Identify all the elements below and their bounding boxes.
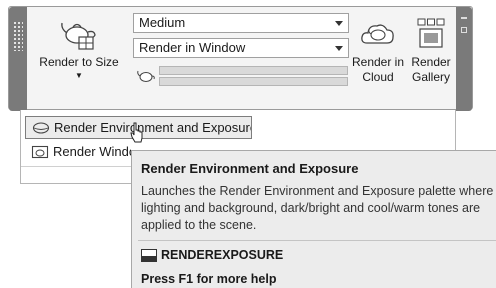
tooltip-command: RENDEREXPOSURE xyxy=(141,247,283,263)
render-in-cloud-label: Render in Cloud xyxy=(351,55,405,84)
tooltip-divider xyxy=(138,240,496,241)
chevron-down-icon[interactable]: ▼ xyxy=(39,72,119,80)
render-target-value: Render in Window xyxy=(139,40,246,55)
render-gallery-label: Render Gallery xyxy=(411,55,451,84)
tooltip-title: Render Environment and Exposure xyxy=(141,161,359,176)
render-target-select[interactable]: Render in Window xyxy=(133,38,349,58)
mouse-cursor-icon xyxy=(130,122,143,143)
render-to-size-button[interactable]: Render to Size ▼ xyxy=(39,17,119,80)
dropdown-arrow-icon[interactable] xyxy=(335,21,343,26)
teapot-mini-icon xyxy=(137,70,155,82)
render-progress-bar-2 xyxy=(159,77,348,86)
menu-item-render-window[interactable]: Render Window xyxy=(25,141,131,164)
sphere-icon xyxy=(32,122,50,134)
render-to-size-label: Render to Size xyxy=(39,55,119,69)
menu-item-label: Render Window xyxy=(53,144,131,159)
render-ribbon-panel: Render to Size ▼ Medium Render in Window… xyxy=(8,6,473,111)
pin-icon[interactable] xyxy=(461,17,467,19)
panel-grip-left[interactable] xyxy=(9,7,27,111)
command-name: RENDEREXPOSURE xyxy=(161,248,284,262)
teapot-render-icon xyxy=(61,22,96,50)
gallery-icon xyxy=(417,18,445,48)
render-window-icon xyxy=(31,145,49,159)
render-in-cloud-button[interactable]: Render in Cloud xyxy=(351,17,405,85)
dropdown-arrow-icon[interactable] xyxy=(335,46,343,51)
render-quality-select[interactable]: Medium xyxy=(133,13,349,33)
cloud-teapot-icon xyxy=(361,24,394,44)
tooltip: Render Environment and Exposure Launches… xyxy=(131,150,496,288)
command-icon xyxy=(141,249,157,262)
panel-grip-right[interactable] xyxy=(456,7,472,111)
menu-item-label: Render Environment and Exposure xyxy=(54,120,252,135)
render-progress-bar-1 xyxy=(159,66,348,75)
tooltip-help: Press F1 for more help xyxy=(141,272,277,286)
render-progress xyxy=(133,63,349,89)
panel-launcher-icon[interactable] xyxy=(461,27,467,33)
grip-dots-icon xyxy=(13,21,23,51)
render-gallery-button[interactable]: Render Gallery xyxy=(407,17,455,85)
tooltip-description: Launches the Render Environment and Expo… xyxy=(141,184,494,232)
render-quality-value: Medium xyxy=(139,15,186,30)
